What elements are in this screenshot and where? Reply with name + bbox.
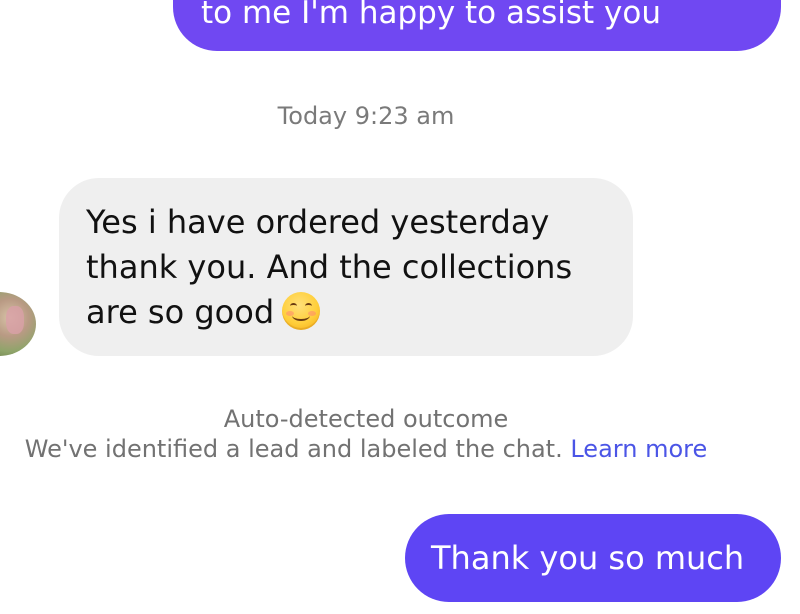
emoji-right-eye	[305, 303, 313, 309]
emoji-right-cheek	[308, 311, 317, 316]
outcome-body-line: We've identified a lead and labeled the …	[0, 434, 732, 464]
outcome-title: Auto-detected outcome	[223, 405, 509, 433]
message-text: Yes i have ordered yesterday thank you. …	[86, 203, 573, 331]
outgoing-message-bubble[interactable]: to me I'm happy to assist you	[173, 0, 781, 51]
chat-thread: to me I'm happy to assist you Today 9:23…	[0, 0, 800, 614]
incoming-message-bubble[interactable]: Yes i have ordered yesterday thank you. …	[59, 178, 633, 356]
message-text: to me I'm happy to assist you	[201, 0, 662, 31]
learn-more-link[interactable]: Learn more	[570, 435, 707, 463]
emoji-left-eye	[290, 303, 298, 309]
smiling-face-emoji-icon	[282, 292, 321, 330]
message-timestamp: Today 9:23 am	[277, 102, 455, 130]
outgoing-message-bubble[interactable]: Thank you so much	[405, 514, 781, 602]
outcome-body: We've identified a lead and labeled the …	[24, 435, 563, 463]
auto-detected-outcome-notice: Auto-detected outcome We've identified a…	[0, 404, 732, 464]
contact-avatar[interactable]	[0, 292, 36, 356]
avatar-photo-detail	[6, 306, 24, 334]
incoming-message-content: Yes i have ordered yesterday thank you. …	[86, 200, 616, 335]
message-text: Thank you so much	[431, 539, 745, 577]
